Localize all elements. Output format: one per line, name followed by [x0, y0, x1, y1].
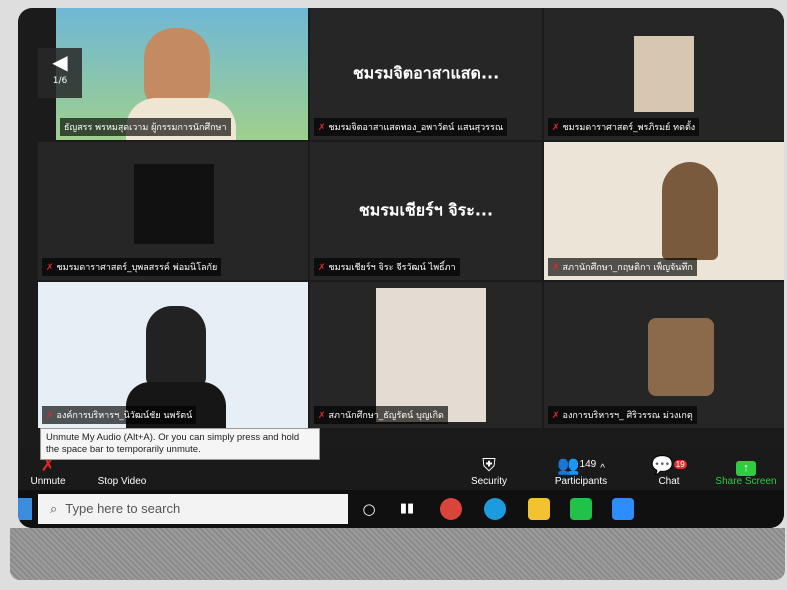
- mic-muted-icon: ✗: [318, 411, 326, 421]
- unmute-tooltip: Unmute My Audio (Alt+A). Or you can simp…: [40, 428, 320, 460]
- chevron-up-icon[interactable]: ^: [600, 463, 605, 474]
- cortana-icon[interactable]: ○: [358, 498, 380, 520]
- mic-muted-icon: ✗: [552, 263, 560, 273]
- video-tile-9[interactable]: ✗ องการบริหารฯ_ ศิริวรรณ ม่วงเกตุ: [544, 282, 784, 428]
- participant-name: ธัญสรร พรหมสุดเวาม ผู้กรรมการนักศึกษา: [60, 118, 231, 136]
- shield-icon: ⛨: [482, 455, 496, 475]
- mic-muted-icon: ✗: [552, 123, 560, 133]
- video-tile-3[interactable]: ✗ ชมรมดาราศาสตร์_พรภิรมย์ ทดตั้ง: [544, 8, 784, 140]
- participant-name: ✗ สภานักศึกษา_ธัญรัตน์ บุญเกิด: [314, 406, 448, 424]
- video-tile-7[interactable]: ✗ องค์การบริหารฯ_นิวัฒน์ชัย นพรัตน์: [38, 282, 308, 428]
- participants-button[interactable]: 👥149 ^ Participants: [546, 454, 616, 487]
- video-tile-1[interactable]: ธัญสรร พรหมสุดเวาม ผู้กรรมการนักศึกษา: [56, 8, 308, 140]
- mic-muted-icon: ✗: [318, 263, 326, 273]
- participant-name: ✗ องค์การบริหารฯ_นิวัฒน์ชัย นพรัตน์: [42, 406, 197, 424]
- line-icon[interactable]: [570, 498, 592, 520]
- participant-name: ✗ ชมรมเชียร์ฯ จิระ จีรวัฒน์ ไพธิ์ภา: [314, 258, 460, 276]
- mic-muted-icon: ✗: [318, 123, 326, 133]
- page-indicator: 1/6: [52, 76, 68, 86]
- video-tile-8[interactable]: ✗ สภานักศึกษา_ธัญรัตน์ บุญเกิด: [310, 282, 542, 428]
- participant-name: ✗ ชมรมดาราศาสตร์_พรภิรมย์ ทดตั้ง: [548, 118, 700, 136]
- participant-video: [134, 164, 214, 244]
- share-screen-button[interactable]: ↑ Share Screen: [712, 454, 780, 487]
- tile-title: ชมรมเชียร์ฯ จิระ...: [358, 200, 494, 220]
- task-view-icon[interactable]: ▮▮: [396, 498, 418, 520]
- windows-taskbar: ⌕ Type here to search ○ ▮▮: [18, 490, 784, 528]
- zoom-icon[interactable]: [612, 498, 634, 520]
- mic-muted-icon: ✗: [46, 411, 54, 421]
- security-label: Security: [470, 476, 508, 487]
- chat-icon: 💬 19: [651, 455, 687, 475]
- zoom-window: ธัญสรร พรหมสุดเวาม ผู้กรรมการนักศึกษา ◀ …: [18, 8, 784, 528]
- participant-video: [376, 288, 486, 422]
- video-tile-2[interactable]: ชมรมจิตอาสาแสด... ✗ ชมรมจิตอาสาแสดทอง_อพา…: [310, 8, 542, 140]
- chat-badge: 19: [673, 460, 687, 469]
- share-screen-icon: ↑: [712, 454, 780, 476]
- unmute-label: Unmute: [30, 476, 66, 487]
- mic-muted-icon: ✗: [552, 411, 560, 421]
- participant-video: [634, 36, 694, 112]
- participant-video: [648, 318, 714, 396]
- mic-muted-icon: ✗: [46, 263, 54, 273]
- share-screen-label: Share Screen: [715, 476, 777, 487]
- windows-start-icon[interactable]: [18, 498, 32, 520]
- chevron-left-icon: ◀: [52, 50, 68, 74]
- search-placeholder: Type here to search: [65, 501, 181, 516]
- video-tile-6[interactable]: ✗ สภานักศึกษา_กฤษติกา เพ็ญจันทึก: [544, 142, 784, 280]
- participant-video: [662, 162, 718, 260]
- participant-video: [146, 306, 206, 386]
- file-explorer-icon[interactable]: [528, 498, 550, 520]
- people-icon: 👥149 ^: [557, 455, 605, 475]
- search-icon: ⌕: [50, 501, 58, 516]
- laptop-bezel: [10, 528, 785, 580]
- taskbar-search-input[interactable]: ⌕ Type here to search: [38, 494, 348, 524]
- chat-button[interactable]: 💬 19 Chat: [644, 454, 694, 487]
- security-button[interactable]: ⛨ Security: [464, 454, 514, 487]
- tile-title: ชมรมจิตอาสาแสด...: [352, 63, 500, 83]
- video-tile-5[interactable]: ชมรมเชียร์ฯ จิระ... ✗ ชมรมเชียร์ฯ จิระ จี…: [310, 142, 542, 280]
- participant-name: ✗ องการบริหารฯ_ ศิริวรรณ ม่วงเกตุ: [548, 406, 697, 424]
- participant-name: ✗ ชมรมดาราศาสตร์_บุพลสรรค์ พ่อมนิโลกัย: [42, 258, 222, 276]
- edge-icon[interactable]: [484, 498, 506, 520]
- participant-name: ✗ ชมรมจิตอาสาแสดทอง_อพาวัตน์ แสนสุวรรณ: [314, 118, 508, 136]
- photo-frame: ธัญสรร พรหมสุดเวาม ผู้กรรมการนักศึกษา ◀ …: [0, 0, 787, 590]
- participants-label: Participants: [554, 476, 608, 487]
- chrome-icon[interactable]: [440, 498, 462, 520]
- video-tile-4[interactable]: ✗ ชมรมดาราศาสตร์_บุพลสรรค์ พ่อมนิโลกัย: [38, 142, 308, 280]
- chat-label: Chat: [658, 476, 680, 487]
- prev-page-button[interactable]: ◀ 1/6: [38, 48, 82, 98]
- stop-video-label: Stop Video: [97, 476, 147, 487]
- participant-name: ✗ สภานักศึกษา_กฤษติกา เพ็ญจันทึก: [548, 258, 697, 276]
- participants-count: 149: [579, 459, 597, 470]
